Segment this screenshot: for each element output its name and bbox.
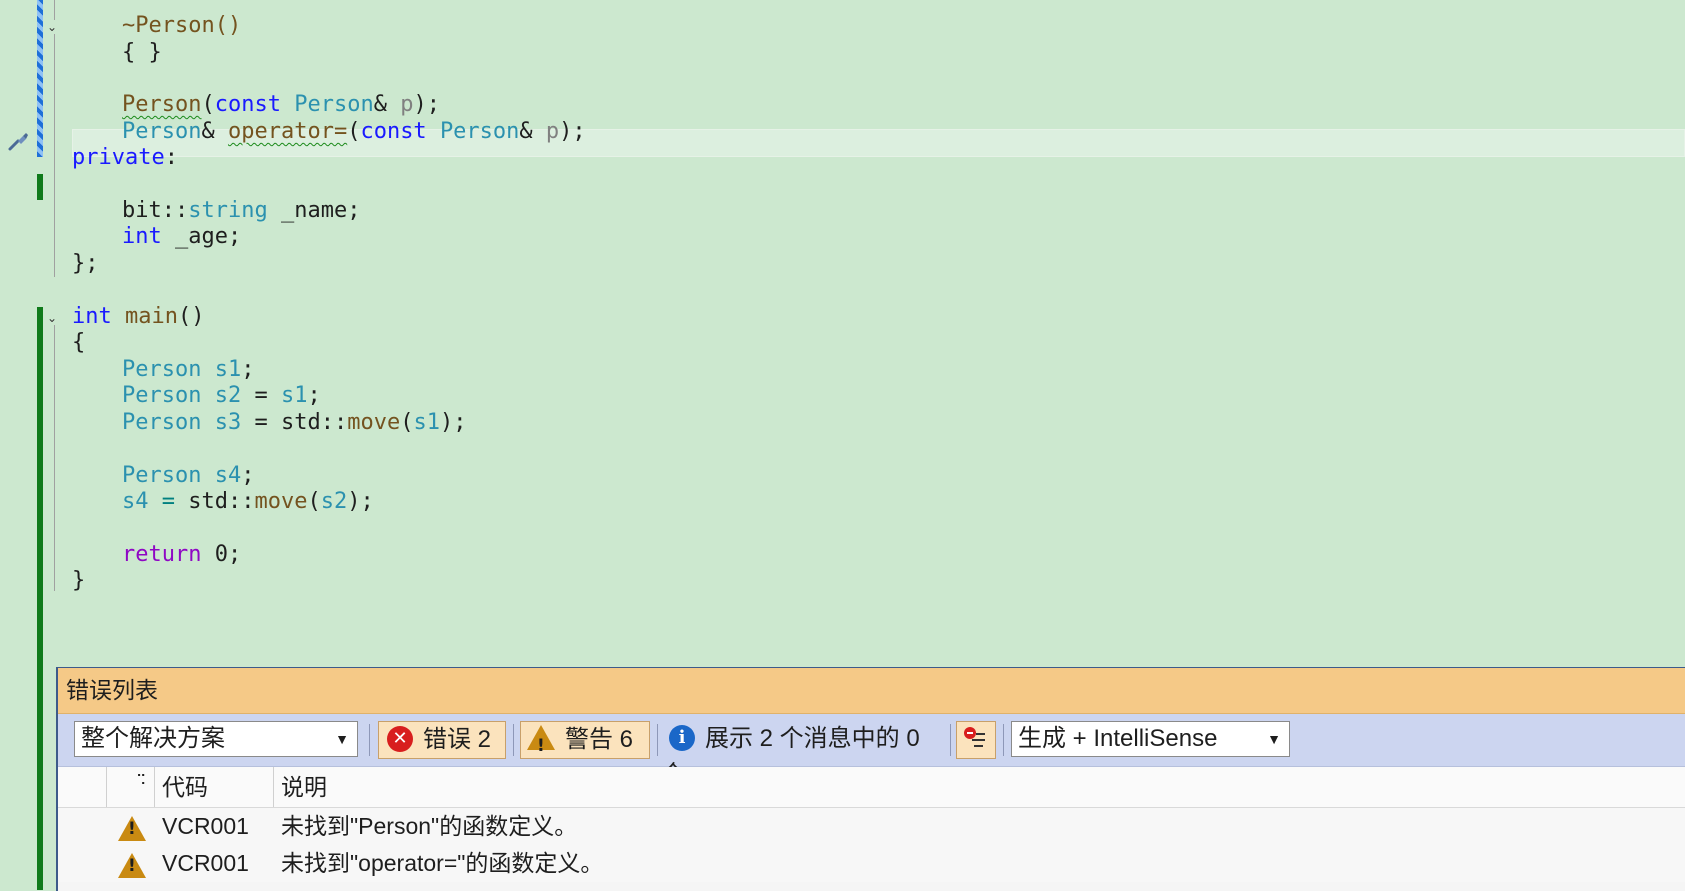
code-line: Person s3 = std::move(s1); [122, 410, 467, 435]
column-header-description[interactable]: 说明 [281, 767, 327, 807]
code-line: private: [72, 145, 178, 170]
toolbar-separator [369, 724, 370, 756]
row-code: VCR001 [162, 850, 249, 876]
row-code: VCR001 [162, 813, 249, 839]
filter-button[interactable] [956, 721, 996, 759]
outline-fold-line [54, 0, 55, 277]
toolbar-separator [1003, 724, 1004, 756]
table-row[interactable]: VCR001 未找到"Person"的函数定义。 [58, 808, 1685, 845]
code-line: Person(const Person& p); [122, 92, 440, 117]
code-line: return 0; [122, 542, 242, 567]
outline-fold-line [54, 325, 55, 591]
code-line: int main() [72, 304, 205, 329]
build-source-dropdown[interactable]: 生成 + IntelliSense ▼ [1011, 721, 1290, 757]
code-line: int _age; [122, 224, 242, 249]
scope-dropdown[interactable]: 整个解决方案 ▼ [74, 721, 358, 757]
row-description: 未找到"Person"的函数定义。 [281, 813, 578, 839]
warnings-filter-label: 警告 6 [565, 726, 634, 753]
toolbar-separator [657, 724, 658, 756]
code-line: ~Person() [122, 13, 242, 38]
error-list-panel: 错误列表 整个解决方案 ▼ ✕ 错误 2 警告 6 i展示 2 个消息中的 0 个 [56, 667, 1685, 891]
info-icon: i [669, 724, 695, 751]
code-line: Person s4; [122, 463, 255, 488]
error-list-header: ⠩ 代码 说明 [58, 767, 1685, 808]
table-row[interactable]: VCR001 未找到"operator="的函数定义。 [58, 845, 1685, 882]
warning-icon [527, 725, 555, 764]
toolbar-separator [950, 724, 951, 756]
saved-change-marker [37, 307, 43, 890]
error-icon: ✕ [387, 725, 413, 752]
column-divider[interactable] [273, 767, 274, 807]
sort-grip-icon[interactable]: ⠩ [136, 767, 146, 793]
saved-change-marker [37, 174, 43, 200]
scope-dropdown-value: 整个解决方案 [81, 725, 225, 752]
fold-toggle-icon[interactable]: ⌄ [45, 311, 59, 325]
messages-filter-button[interactable]: i展示 2 个消息中的 0 个 [661, 721, 941, 788]
code-line: s4 = std::move(s2); [122, 489, 374, 514]
column-divider[interactable] [106, 767, 107, 807]
code-line: Person s1; [122, 357, 255, 382]
toolbar-separator [513, 724, 514, 756]
code-line: Person& operator=(const Person& p); [122, 119, 586, 144]
code-line: } [72, 568, 86, 593]
errors-filter-label: 错误 2 [423, 726, 492, 753]
code-line: Person s2 = s1; [122, 383, 321, 408]
code-line: { [72, 330, 86, 355]
screwdriver-icon[interactable] [6, 128, 32, 154]
chevron-down-icon: ▼ [335, 731, 349, 747]
errors-filter-button[interactable]: ✕ 错误 2 [378, 721, 506, 759]
error-list-toolbar: 整个解决方案 ▼ ✕ 错误 2 警告 6 i展示 2 个消息中的 0 个 [58, 714, 1685, 788]
code-line: }; [72, 251, 99, 276]
chevron-down-icon: ▼ [1267, 731, 1281, 747]
column-divider[interactable] [154, 767, 155, 807]
panel-title: 错误列表 [58, 668, 1685, 714]
fold-toggle-icon[interactable]: ⌄ [45, 20, 59, 34]
warning-icon [118, 814, 146, 842]
row-description: 未找到"operator="的函数定义。 [281, 850, 604, 876]
column-header-code[interactable]: 代码 [162, 767, 208, 807]
code-line: { } [122, 40, 162, 65]
code-line: bit::string _name; [122, 198, 361, 223]
warning-icon [118, 851, 146, 879]
filter-icon [964, 727, 985, 747]
warnings-filter-button[interactable]: 警告 6 [520, 721, 650, 764]
build-source-dropdown-value: 生成 + IntelliSense [1018, 725, 1218, 752]
unsaved-change-marker [37, 0, 43, 157]
